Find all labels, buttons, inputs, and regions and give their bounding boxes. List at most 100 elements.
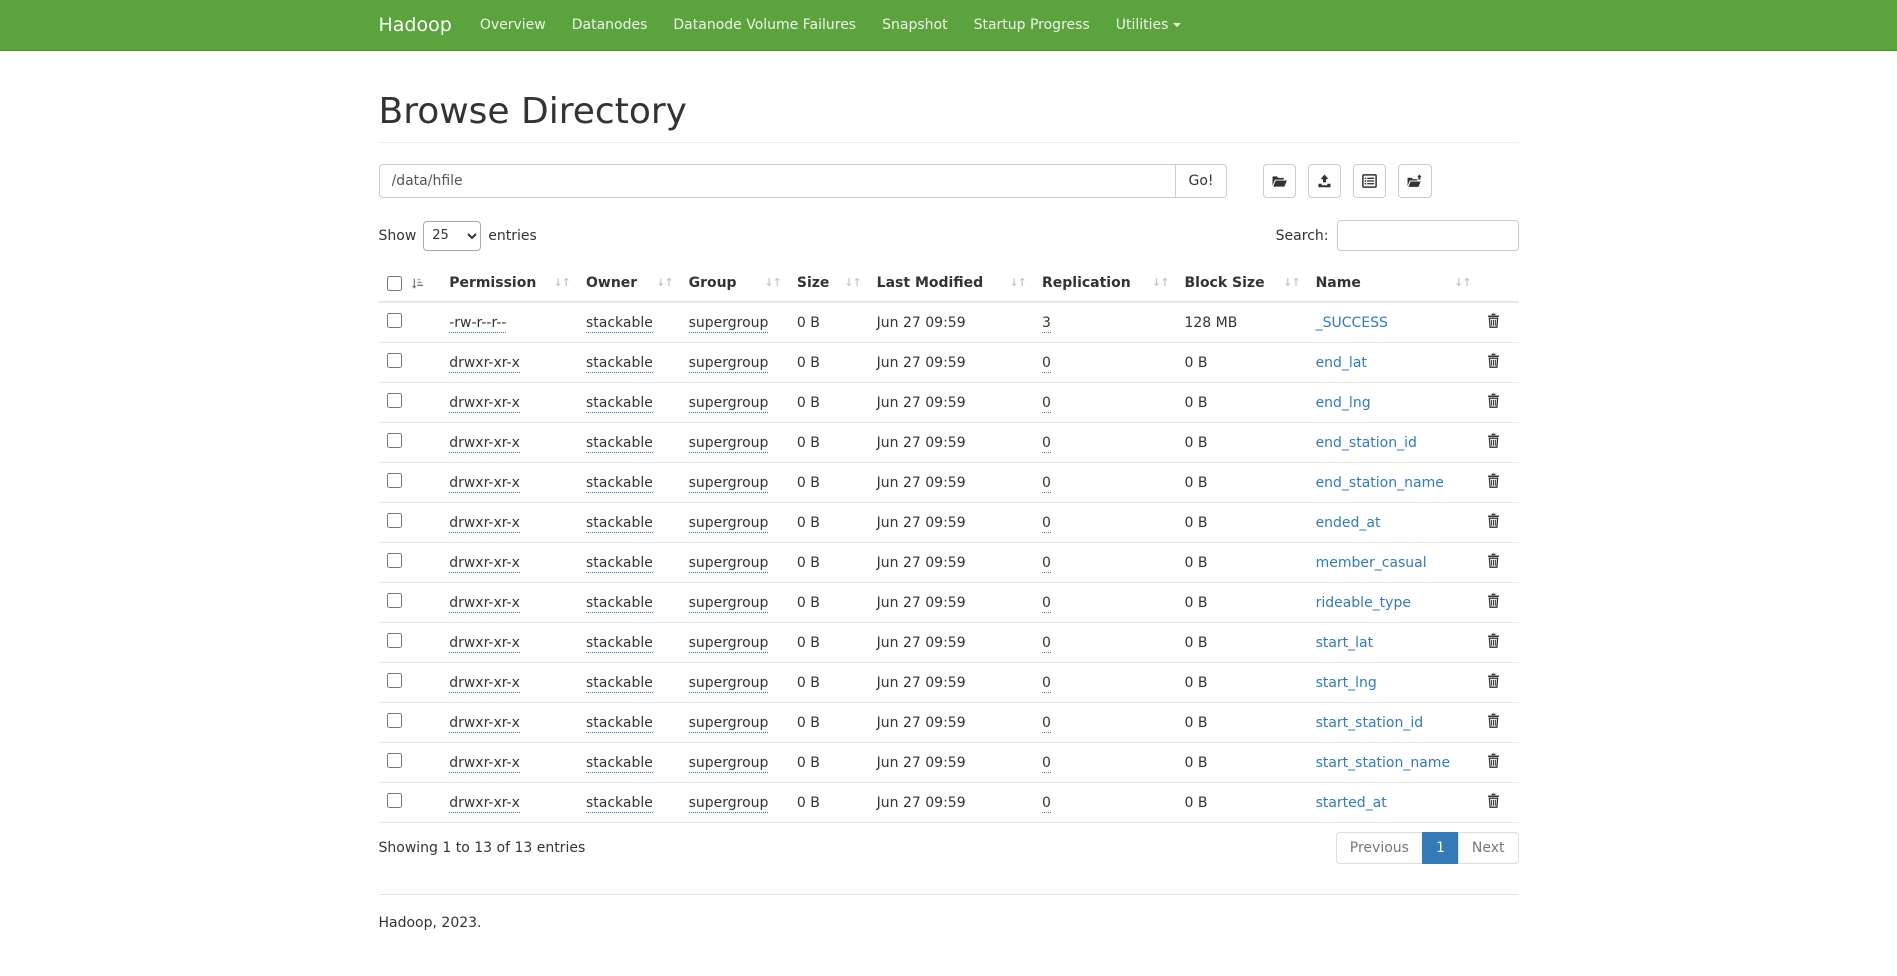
file-name-link[interactable]: started_at (1316, 795, 1387, 811)
owner-value[interactable]: stackable (586, 675, 653, 693)
nav-item-utilities[interactable]: Utilities (1103, 0, 1195, 50)
replication-value[interactable]: 0 (1042, 395, 1051, 413)
group-value[interactable]: supergroup (689, 555, 769, 573)
owner-value[interactable]: stackable (586, 555, 653, 573)
permission-value[interactable]: drwxr-xr-x (449, 555, 520, 573)
pagination-page-1[interactable]: 1 (1422, 832, 1459, 864)
group-value[interactable]: supergroup (689, 715, 769, 733)
row-checkbox[interactable] (387, 673, 402, 688)
column-header-block-size[interactable]: Block Size ↓↑ (1176, 265, 1307, 302)
permission-value[interactable]: drwxr-xr-x (449, 595, 520, 613)
folder-upload-button[interactable] (1398, 164, 1432, 198)
pagination-next[interactable]: Next (1458, 832, 1519, 864)
delete-button[interactable] (1487, 593, 1500, 611)
group-value[interactable]: supergroup (689, 355, 769, 373)
row-checkbox[interactable] (387, 513, 402, 528)
column-header-permission[interactable]: Permission ↓↑ (441, 265, 578, 302)
permission-value[interactable]: drwxr-xr-x (449, 675, 520, 693)
replication-value[interactable]: 0 (1042, 675, 1051, 693)
file-name-link[interactable]: end_lat (1316, 355, 1367, 371)
owner-value[interactable]: stackable (586, 595, 653, 613)
replication-value[interactable]: 3 (1042, 315, 1051, 333)
row-checkbox[interactable] (387, 753, 402, 768)
file-name-link[interactable]: start_lng (1316, 675, 1377, 691)
replication-value[interactable]: 0 (1042, 635, 1051, 653)
delete-button[interactable] (1487, 633, 1500, 651)
nav-item-startup-progress[interactable]: Startup Progress (961, 0, 1103, 50)
folder-open-button[interactable] (1263, 164, 1296, 198)
replication-value[interactable]: 0 (1042, 475, 1051, 493)
group-value[interactable]: supergroup (689, 595, 769, 613)
permission-value[interactable]: drwxr-xr-x (449, 515, 520, 533)
select-all-header[interactable] (379, 265, 442, 302)
file-name-link[interactable]: end_station_name (1316, 475, 1444, 491)
group-value[interactable]: supergroup (689, 795, 769, 813)
owner-value[interactable]: stackable (586, 515, 653, 533)
delete-button[interactable] (1487, 673, 1500, 691)
owner-value[interactable]: stackable (586, 435, 653, 453)
row-checkbox[interactable] (387, 473, 402, 488)
row-checkbox[interactable] (387, 433, 402, 448)
group-value[interactable]: supergroup (689, 315, 769, 333)
column-header-name[interactable]: Name ↓↑ (1308, 265, 1479, 302)
delete-button[interactable] (1487, 393, 1500, 411)
file-name-link[interactable]: start_lat (1316, 635, 1374, 651)
owner-value[interactable]: stackable (586, 795, 653, 813)
replication-value[interactable]: 0 (1042, 795, 1051, 813)
replication-value[interactable]: 0 (1042, 555, 1051, 573)
permission-value[interactable]: drwxr-xr-x (449, 795, 520, 813)
replication-value[interactable]: 0 (1042, 715, 1051, 733)
group-value[interactable]: supergroup (689, 635, 769, 653)
owner-value[interactable]: stackable (586, 475, 653, 493)
column-header-replication[interactable]: Replication ↓↑ (1034, 265, 1177, 302)
page-size-select[interactable]: 25 (423, 221, 481, 251)
delete-button[interactable] (1487, 553, 1500, 571)
group-value[interactable]: supergroup (689, 755, 769, 773)
replication-value[interactable]: 0 (1042, 595, 1051, 613)
row-checkbox[interactable] (387, 593, 402, 608)
nav-item-datanode-volume-failures[interactable]: Datanode Volume Failures (660, 0, 869, 50)
delete-button[interactable] (1487, 313, 1500, 331)
file-name-link[interactable]: start_station_name (1316, 755, 1451, 771)
row-checkbox[interactable] (387, 353, 402, 368)
replication-value[interactable]: 0 (1042, 435, 1051, 453)
file-name-link[interactable]: rideable_type (1316, 595, 1411, 611)
upload-button[interactable] (1308, 164, 1341, 198)
permission-value[interactable]: drwxr-xr-x (449, 435, 520, 453)
owner-value[interactable]: stackable (586, 715, 653, 733)
owner-value[interactable]: stackable (586, 755, 653, 773)
group-value[interactable]: supergroup (689, 515, 769, 533)
column-header-group[interactable]: Group ↓↑ (681, 265, 789, 302)
file-name-link[interactable]: ended_at (1316, 515, 1381, 531)
delete-button[interactable] (1487, 513, 1500, 531)
column-header-size[interactable]: Size ↓↑ (789, 265, 869, 302)
list-alt-button[interactable] (1353, 164, 1386, 198)
delete-button[interactable] (1487, 353, 1500, 371)
row-checkbox[interactable] (387, 633, 402, 648)
group-value[interactable]: supergroup (689, 475, 769, 493)
brand-link[interactable]: Hadoop (379, 14, 467, 36)
owner-value[interactable]: stackable (586, 635, 653, 653)
delete-button[interactable] (1487, 433, 1500, 451)
owner-value[interactable]: stackable (586, 315, 653, 333)
owner-value[interactable]: stackable (586, 355, 653, 373)
permission-value[interactable]: drwxr-xr-x (449, 715, 520, 733)
delete-button[interactable] (1487, 473, 1500, 491)
go-button[interactable]: Go! (1176, 164, 1226, 198)
file-name-link[interactable]: end_lng (1316, 395, 1371, 411)
group-value[interactable]: supergroup (689, 675, 769, 693)
row-checkbox[interactable] (387, 713, 402, 728)
permission-value[interactable]: drwxr-xr-x (449, 355, 520, 373)
permission-value[interactable]: -rw-r--r-- (449, 315, 506, 333)
file-name-link[interactable]: end_station_id (1316, 435, 1417, 451)
select-all-checkbox[interactable] (387, 276, 402, 291)
delete-button[interactable] (1487, 713, 1500, 731)
row-checkbox[interactable] (387, 553, 402, 568)
file-name-link[interactable]: member_casual (1316, 555, 1427, 571)
delete-button[interactable] (1487, 793, 1500, 811)
group-value[interactable]: supergroup (689, 435, 769, 453)
row-checkbox[interactable] (387, 793, 402, 808)
row-checkbox[interactable] (387, 313, 402, 328)
nav-item-snapshot[interactable]: Snapshot (869, 0, 960, 50)
owner-value[interactable]: stackable (586, 395, 653, 413)
